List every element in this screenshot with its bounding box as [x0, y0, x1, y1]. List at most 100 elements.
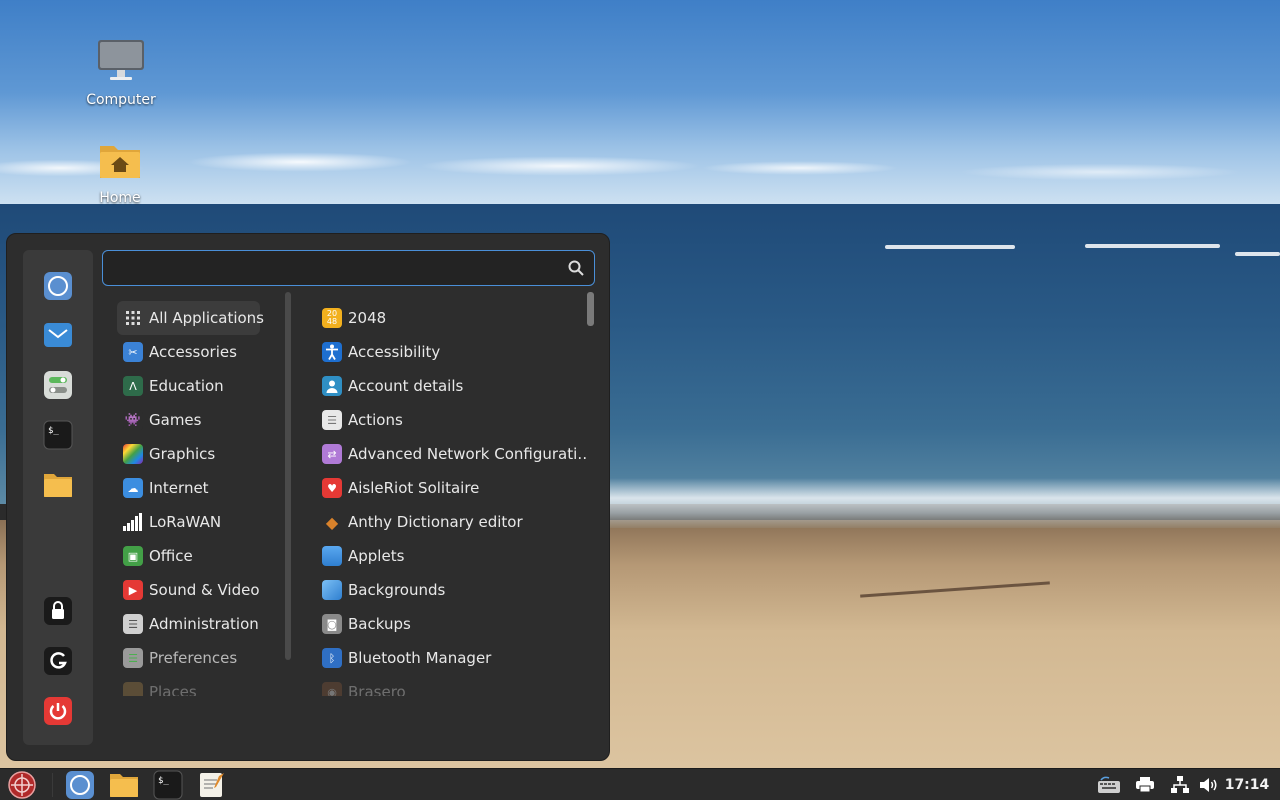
disc-burner-icon: ◉	[322, 682, 342, 696]
admin-icon: ☰	[123, 614, 143, 634]
surf	[600, 478, 1280, 528]
category-preferences[interactable]: ☰ Preferences	[117, 641, 287, 675]
app-label: Account details	[348, 377, 464, 395]
application-menu: $_ All Applications ✂ Accessories Λ Educ…	[6, 233, 610, 761]
category-label: Preferences	[149, 649, 238, 667]
tray-keyboard[interactable]	[1096, 769, 1122, 800]
invader-icon: 👾	[123, 410, 143, 430]
category-label: Graphics	[149, 445, 216, 463]
office-icon: ▣	[123, 546, 143, 566]
svg-text:$_: $_	[48, 426, 59, 436]
category-education[interactable]: Λ Education	[117, 369, 287, 403]
settings-toggle-icon	[44, 371, 72, 399]
category-accessories[interactable]: ✂ Accessories	[117, 335, 287, 369]
category-label: LoRaWAN	[149, 513, 222, 531]
desktop-icon-label: Home	[99, 190, 141, 206]
app-item-aisleriot-solitaire[interactable]: ♥ AisleRiot Solitaire	[316, 471, 586, 505]
tray-volume[interactable]	[1196, 769, 1220, 800]
computer-icon	[98, 40, 144, 80]
folder-icon	[44, 474, 72, 497]
heart-card-icon: ♥	[322, 478, 342, 498]
logout-button[interactable]	[42, 645, 74, 677]
user-icon	[322, 376, 342, 396]
keyboard-icon	[1098, 776, 1120, 793]
app-label: Actions	[348, 411, 403, 429]
app-item-advanced-network[interactable]: ⇄ Advanced Network Configurati…	[316, 437, 586, 471]
favorite-files[interactable]	[42, 469, 74, 501]
bluetooth-icon: ᛒ	[322, 648, 342, 668]
tray-network[interactable]	[1168, 769, 1192, 800]
desktop-icon-home[interactable]: Home	[75, 140, 165, 206]
terminal-icon: $_	[153, 770, 183, 800]
app-label: 2048	[348, 309, 387, 327]
applets-icon	[322, 546, 342, 566]
taskbar-separator	[52, 773, 53, 797]
favorite-mail[interactable]	[42, 319, 74, 351]
category-label: Sound & Video	[149, 581, 260, 599]
menu-button[interactable]	[4, 769, 40, 800]
app-label: Backgrounds	[348, 581, 446, 599]
category-administration[interactable]: ☰ Administration	[117, 607, 287, 641]
taskbar-terminal[interactable]: $_	[151, 769, 185, 800]
app-label: Applets	[348, 547, 405, 565]
text-editor-icon	[200, 773, 224, 797]
app-item-applets[interactable]: Applets	[316, 539, 586, 573]
app-item-backgrounds[interactable]: Backgrounds	[316, 573, 586, 607]
clouds	[0, 148, 1280, 188]
category-internet[interactable]: ☁ Internet	[117, 471, 287, 505]
printer-icon	[1136, 777, 1154, 793]
category-graphics[interactable]: Graphics	[117, 437, 287, 471]
app-label: Backups	[348, 615, 411, 633]
backup-icon: ◙	[322, 614, 342, 634]
taskbar: $_ 17:14	[0, 768, 1280, 800]
tray-printer[interactable]	[1133, 769, 1157, 800]
app-item-anthy-dictionary[interactable]: ◆ Anthy Dictionary editor	[316, 505, 586, 539]
category-label: Internet	[149, 479, 209, 497]
category-sound-video[interactable]: ▶ Sound & Video	[117, 573, 287, 607]
web-browser-icon	[44, 272, 72, 300]
favorite-terminal[interactable]: $_	[42, 419, 74, 451]
application-list: 20 48 2048 Accessibility Account details…	[316, 301, 586, 696]
category-scrollbar[interactable]	[285, 292, 291, 660]
app-item-account-details[interactable]: Account details	[316, 369, 586, 403]
taskbar-text-editor[interactable]	[195, 769, 229, 800]
network-arrows-icon: ⇄	[322, 444, 342, 464]
preferences-icon: ☰	[123, 648, 143, 668]
lock-screen-button[interactable]	[42, 595, 74, 627]
category-label: All Applications	[149, 309, 264, 327]
app-item-brasero[interactable]: ◉ Brasero	[316, 675, 586, 696]
grid-icon	[123, 308, 143, 328]
compass-icon: Λ	[123, 376, 143, 396]
app-item-actions[interactable]: ☰ Actions	[316, 403, 586, 437]
search-input[interactable]	[102, 250, 595, 286]
app-label: Advanced Network Configurati…	[348, 445, 586, 463]
palette-icon	[123, 444, 143, 464]
app-label: Accessibility	[348, 343, 441, 361]
app-item-accessibility[interactable]: Accessibility	[316, 335, 586, 369]
dictionary-icon: ◆	[325, 512, 339, 532]
category-office[interactable]: ▣ Office	[117, 539, 287, 573]
taskbar-file-manager[interactable]	[107, 769, 141, 800]
desktop-icon-computer[interactable]: Computer	[76, 38, 166, 108]
scissors-icon: ✂	[123, 342, 143, 362]
favorite-settings[interactable]	[42, 369, 74, 401]
shutdown-button[interactable]	[42, 695, 74, 727]
power-icon	[44, 697, 72, 725]
category-games[interactable]: 👾 Games	[117, 403, 287, 437]
clock[interactable]: 17:14	[1222, 769, 1272, 800]
app-item-bluetooth-manager[interactable]: ᛒ Bluetooth Manager	[316, 641, 586, 675]
category-lorawan[interactable]: LoRaWAN	[117, 505, 287, 539]
app-item-backups[interactable]: ◙ Backups	[316, 607, 586, 641]
taskbar-web-browser[interactable]	[63, 769, 97, 800]
category-all-applications[interactable]: All Applications	[117, 301, 264, 335]
favorite-web-browser[interactable]	[42, 270, 74, 302]
category-places[interactable]: Places	[117, 675, 287, 696]
category-label: Administration	[149, 615, 259, 633]
category-label: Education	[149, 377, 224, 395]
desktop-icon-label: Computer	[86, 92, 156, 108]
app-item-2048[interactable]: 20 48 2048	[316, 301, 586, 335]
home-folder-icon	[100, 146, 140, 178]
cloud-icon: ☁	[123, 478, 143, 498]
network-icon	[1171, 776, 1189, 793]
app-list-scrollbar[interactable]	[587, 292, 594, 326]
